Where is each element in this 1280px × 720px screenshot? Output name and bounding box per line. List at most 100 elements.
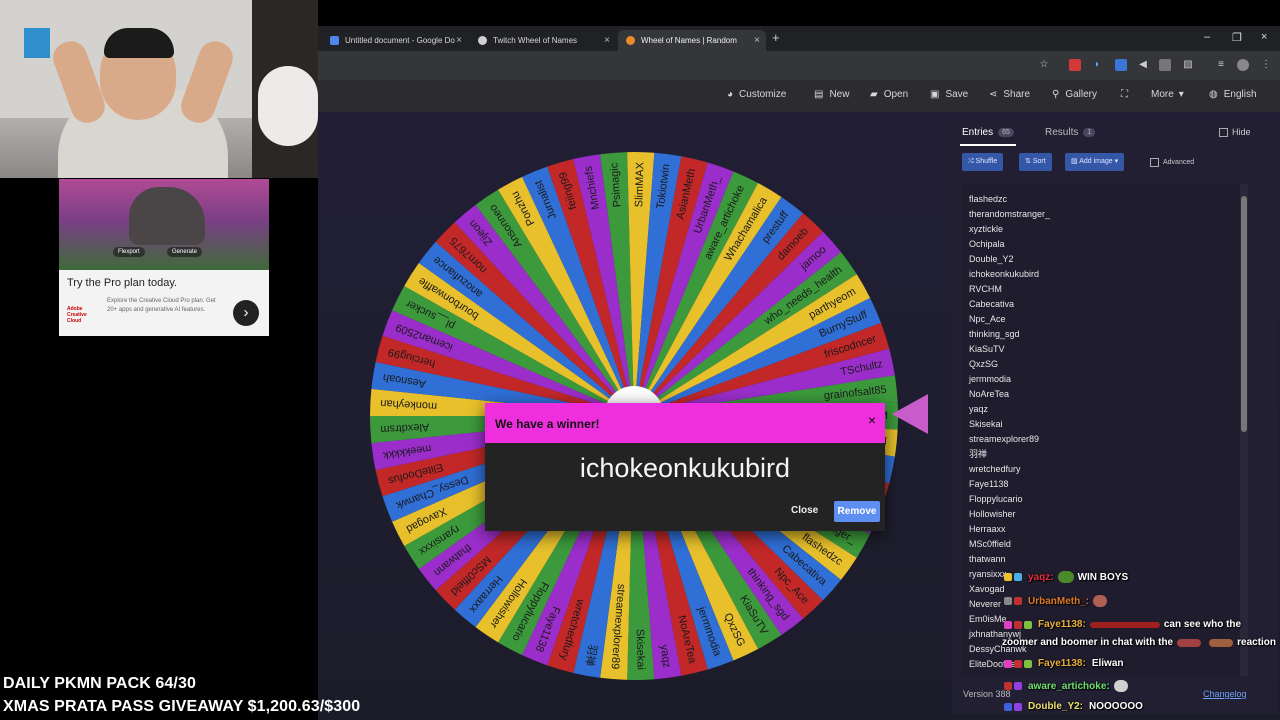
new-tab-button[interactable]: + [772,30,780,45]
chat-message: Double_Y2: NOOOOOO [1004,701,1143,712]
kebab-menu-icon[interactable]: ⋮ [1260,59,1272,71]
chat-username: aware_artichoke: [1028,680,1110,692]
nav-more[interactable]: More ▾ [1151,89,1184,100]
ad-title: Try the Pro plan today. [67,277,178,289]
badge-icon [1014,620,1022,629]
hide-toggle[interactable]: Hide [1219,127,1251,137]
badge-icon [1014,597,1022,605]
remove-button[interactable]: Remove [834,501,880,522]
chat-text: zoomer and boomer in chat with the [1002,637,1174,648]
extension-icon[interactable] [1115,59,1127,71]
adobe-logo: Adobe Creative Cloud [67,306,87,324]
webcam-fan [258,66,318,146]
top-navbar: ◕ Customize ▤ New ▰ Open ▣ Save ⋖ Share … [318,80,1280,112]
browser-tab-google-docs[interactable]: Untitled document - Google Do × [322,30,468,51]
webcam-person-hair [104,28,174,58]
entry-item: jermmodia [969,374,1012,384]
close-window-icon[interactable]: × [1261,31,1267,43]
active-tab-indicator [960,144,1016,146]
winner-modal: We have a winner! × ichokeonkukubird Clo… [485,403,885,531]
badge-icon [1024,620,1032,629]
entry-item: flashedzc [969,194,1008,204]
entry-item: wretchedfury [969,464,1021,474]
nav-customize[interactable]: ◕ Customize [727,89,786,100]
restore-icon[interactable]: ❐ [1232,31,1242,44]
ad-next-button[interactable]: › [233,300,259,326]
badge-icon [1004,597,1012,605]
stream-overlay-line-1: DAILY PKMN PACK 64/30 [3,675,196,692]
shuffle-icon: ⤮ [968,158,976,165]
tab-label: Entries [962,127,994,138]
checkbox[interactable] [1219,127,1228,137]
badge-icon [1014,573,1022,581]
chat-message: Faye1138: can see who the [1004,619,1241,630]
browser-tab-twitch-wheel[interactable]: Twitch Wheel of Names × [470,30,616,51]
tab-entries[interactable]: Entries 65 [962,127,1014,138]
chat-message: UrbanMeth_: [1004,595,1111,607]
entry-item: Cabecativa [969,299,1015,309]
entry-item: Double_Y2 [969,254,1014,264]
entry-item: Skisekai [969,419,1003,429]
advanced-label: Advanced [1163,159,1195,166]
extension-icon[interactable] [1159,59,1171,71]
nav-open[interactable]: ▰ Open [870,89,908,100]
adobe-ad[interactable]: Flexport Generate Try the Pro plan today… [59,179,269,336]
extension-icon[interactable] [1069,59,1081,71]
advanced-toggle[interactable]: Advanced [1150,158,1194,167]
speaker-icon[interactable]: ◀ [1137,59,1149,71]
checkbox[interactable] [1150,158,1159,167]
close-button[interactable]: Close [791,505,818,516]
media-icon[interactable]: ≡ [1215,59,1227,71]
chat-username: yaqz: [1028,571,1054,583]
star-icon[interactable]: ☆ [1038,59,1050,71]
changelog-link[interactable]: Changelog [1203,689,1247,699]
tab-close-icon[interactable]: × [456,35,462,46]
sort-button[interactable]: ⇅ Sort [1019,153,1052,171]
entry-item: NoAreTea [969,389,1010,399]
nav-save[interactable]: ▣ Save [930,89,968,100]
tab-results[interactable]: Results 1 [1045,127,1096,138]
profile-avatar[interactable] [1237,59,1249,71]
entry-item: xyztickle [969,224,1004,234]
nav-gallery[interactable]: ⚲ Gallery [1052,89,1097,100]
fullscreen-icon: ⛶ [1121,89,1128,100]
ad-pill: Generate [167,247,203,257]
webcam-poster [24,28,50,58]
nav-label: New [829,89,850,100]
puzzle-icon[interactable]: ▧ [1182,59,1194,71]
tab-close-icon[interactable]: × [754,35,760,46]
browser-tab-wheel-of-names[interactable]: Wheel of Names | Random × [618,30,766,51]
badge-icon [1004,620,1012,629]
nav-fullscreen[interactable]: ⛶ [1121,89,1134,100]
extension-icon[interactable]: ◗ [1091,59,1103,71]
tab-label: Twitch Wheel of Names [493,36,578,45]
nav-language[interactable]: ◍ English [1209,89,1257,100]
nav-share[interactable]: ⋖ Share [989,89,1030,100]
entry-item: Npc_Ace [969,314,1006,324]
winner-modal-title: We have a winner! [495,417,600,431]
wheel-area[interactable]: RVCHMichokeonkukubirdDouble_Y2Ochipalaxy… [368,146,900,686]
badge-icon [1004,659,1012,668]
add-image-button[interactable]: ▨ Add image ▾ [1065,153,1125,171]
sort-icon: ⇅ [1025,158,1033,165]
entry-item: Faye1138 [969,479,1009,489]
chat-text: can see who the [1163,619,1242,630]
close-icon[interactable]: × [868,412,876,428]
entry-item: QxzSG [969,359,999,369]
ad-image: Flexport Generate [59,179,269,270]
save-icon: ▣ [930,89,940,100]
docs-favicon-icon [330,36,339,45]
count-badge: 1 [1083,128,1096,137]
entry-item: yaqz [969,404,989,414]
nav-label: Open [883,89,909,100]
chat-username: UrbanMeth_: [1028,595,1090,607]
scrollbar-thumb[interactable] [1241,196,1247,432]
entry-item: Floppylucario [969,494,1023,504]
nav-new[interactable]: ▤ New [814,89,849,100]
share-icon: ⋖ [989,89,998,100]
entry-item: RVCHM [969,284,1002,294]
tab-close-icon[interactable]: × [604,35,610,46]
shuffle-button[interactable]: ⤮ Shuffle [962,153,1004,171]
minimize-icon[interactable]: – [1204,31,1210,43]
wheel-slice-label: Skisekai [634,629,647,670]
